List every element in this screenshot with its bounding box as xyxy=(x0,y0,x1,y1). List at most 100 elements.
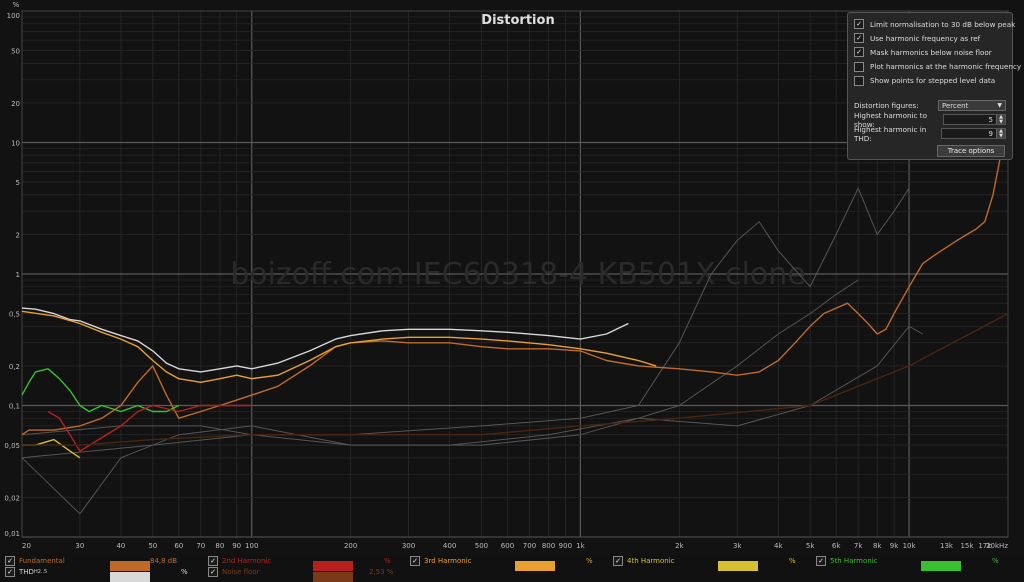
y-tick-label: 5 xyxy=(16,179,20,187)
checkbox[interactable]: ✓ xyxy=(410,556,420,566)
x-tick-label: 100 xyxy=(245,542,258,550)
x-tick-label: 6k xyxy=(832,542,841,550)
legend-item-thd[interactable]: ✓ THD H2..5 xyxy=(5,567,47,577)
x-tick-label: 80 xyxy=(215,542,224,550)
x-tick-label: 90 xyxy=(232,542,241,550)
x-tick-label: 3k xyxy=(733,542,742,550)
x-tick-label: 15k xyxy=(960,542,974,550)
spinner-arrows-icon[interactable]: ▲ ▼ xyxy=(996,115,1005,124)
checkbox[interactable]: ✓ xyxy=(5,556,15,566)
legend-value: 2,53 % xyxy=(369,568,394,576)
chevron-down-icon: ▼ xyxy=(997,102,1002,109)
spinner-value: 9 xyxy=(988,129,993,138)
x-tick-label: 600 xyxy=(501,542,514,550)
option-limit-normalisation[interactable]: ✓ Limit normalisation to 30 dB below pea… xyxy=(854,17,1015,31)
x-tick-label: 9k xyxy=(890,542,899,550)
legend-swatch xyxy=(110,561,150,571)
y-tick-label: 0,05 xyxy=(4,442,20,450)
option-show-points[interactable]: Show points for stepped level data xyxy=(854,74,1006,88)
checkbox[interactable]: ✓ xyxy=(816,556,826,566)
legend-label: THD xyxy=(19,568,34,576)
trace-options-button[interactable]: Trace options xyxy=(937,145,1005,157)
distortion-figures-label: Distortion figures: xyxy=(854,101,919,110)
legend-swatch xyxy=(921,561,961,571)
legend-value: % xyxy=(586,557,593,565)
checkbox[interactable]: ✓ xyxy=(854,47,864,58)
legend-item-fundamental[interactable]: ✓ Fundamental xyxy=(5,556,65,566)
x-tick-label: 10k xyxy=(903,542,917,550)
legend: ✓ Fundamental 84,8 dB ✓ 2nd Harmonic % ✓… xyxy=(0,554,1024,582)
y-axis-unit: % xyxy=(13,1,20,9)
option-mask-harmonics[interactable]: ✓ Mask harmonics below noise floor xyxy=(854,45,1006,59)
legend-item-5th-harmonic[interactable]: ✓ 5th Harmonic xyxy=(816,556,878,566)
checkbox[interactable]: ✓ xyxy=(854,33,864,44)
legend-item-2nd-harmonic[interactable]: ✓ 2nd Harmonic xyxy=(208,556,271,566)
x-tick-label: 200 xyxy=(344,542,357,550)
y-tick-label: 0,5 xyxy=(9,311,20,319)
legend-item-3rd-harmonic[interactable]: ✓ 3rd Harmonic xyxy=(410,556,472,566)
x-tick-label: 30 xyxy=(75,542,84,550)
y-tick-label: 100 xyxy=(7,12,20,20)
x-tick-label: 13k xyxy=(940,542,954,550)
checkbox[interactable] xyxy=(854,61,864,72)
legend-swatch xyxy=(110,572,150,582)
x-tick-label: 2k xyxy=(675,542,684,550)
legend-label: 4th Harmonic xyxy=(627,557,675,565)
y-tick-label: 0,02 xyxy=(4,494,20,502)
y-tick-label: 20 xyxy=(11,100,20,108)
chart-watermark: boizoff.com IEC60318-4 KB501X clone xyxy=(230,257,806,292)
checkbox[interactable]: ✓ xyxy=(613,556,623,566)
x-tick-label: 400 xyxy=(443,542,456,550)
option-harmonic-frequency-ref[interactable]: ✓ Use harmonic frequency as ref xyxy=(854,31,1006,45)
legend-label: Noise floor xyxy=(222,568,260,576)
checkbox[interactable]: ✓ xyxy=(208,567,218,577)
x-tick-label: 7k xyxy=(854,542,863,550)
x-tick-label: 20kHz xyxy=(986,542,1008,550)
legend-item-noise-floor[interactable]: ✓ Noise floor xyxy=(208,567,260,577)
legend-label: 2nd Harmonic xyxy=(222,557,272,565)
x-tick-label: 500 xyxy=(475,542,488,550)
x-tick-label: 900 xyxy=(559,542,572,550)
x-tick-label: 20 xyxy=(22,542,31,550)
option-plot-at-harmonic-frequency[interactable]: Plot harmonics at the harmonic frequency xyxy=(854,60,1021,74)
distortion-figures-select[interactable]: Percent ▼ xyxy=(938,100,1006,111)
legend-label: Fundamental xyxy=(19,557,65,565)
option-label: Plot harmonics at the harmonic frequency xyxy=(870,62,1022,72)
legend-value: 84,8 dB xyxy=(150,557,178,565)
x-tick-label: 8k xyxy=(873,542,882,550)
highest-harmonic-thd-label: Highest harmonic in THD: xyxy=(854,124,927,143)
x-tick-label: 4k xyxy=(774,542,783,550)
legend-swatch xyxy=(313,572,353,582)
select-value: Percent xyxy=(942,101,969,110)
spinner-arrows-icon[interactable]: ▲ ▼ xyxy=(996,129,1005,138)
chart-title: Distortion xyxy=(481,13,554,28)
x-tick-label: 50 xyxy=(148,542,157,550)
legend-value: % xyxy=(181,568,188,576)
legend-label: 3rd Harmonic xyxy=(424,557,472,565)
y-tick-label: 2 xyxy=(16,231,20,239)
legend-value: % xyxy=(789,557,796,565)
option-label: Show points for stepped level data xyxy=(870,76,996,86)
legend-swatch xyxy=(313,561,353,571)
x-tick-label: 800 xyxy=(542,542,555,550)
y-tick-label: 1 xyxy=(16,271,20,279)
y-tick-label: 50 xyxy=(11,48,20,56)
option-label: Limit normalisation to 30 dB below peak xyxy=(870,19,1016,29)
checkbox[interactable] xyxy=(854,75,864,86)
x-tick-label: 60 xyxy=(174,542,183,550)
options-panel: ✓ Limit normalisation to 30 dB below pea… xyxy=(847,12,1021,160)
x-tick-label: 300 xyxy=(402,542,415,550)
legend-item-4th-harmonic[interactable]: ✓ 4th Harmonic xyxy=(613,556,675,566)
y-tick-label: 0,2 xyxy=(9,363,20,371)
legend-label-subscript: H2..5 xyxy=(33,569,48,575)
checkbox[interactable]: ✓ xyxy=(208,556,218,566)
x-tick-label: 700 xyxy=(523,542,536,550)
checkbox[interactable]: ✓ xyxy=(5,567,15,577)
spinner-value: 5 xyxy=(988,115,993,124)
legend-value: % xyxy=(992,557,999,565)
option-label: Use harmonic frequency as ref xyxy=(870,33,981,43)
highest-harmonic-show-spinner[interactable]: 5 ▲ ▼ xyxy=(942,114,1006,125)
checkbox[interactable]: ✓ xyxy=(854,19,864,30)
highest-harmonic-thd-spinner[interactable]: 9 ▲ ▼ xyxy=(941,128,1006,139)
y-tick-label: 10 xyxy=(11,140,20,148)
